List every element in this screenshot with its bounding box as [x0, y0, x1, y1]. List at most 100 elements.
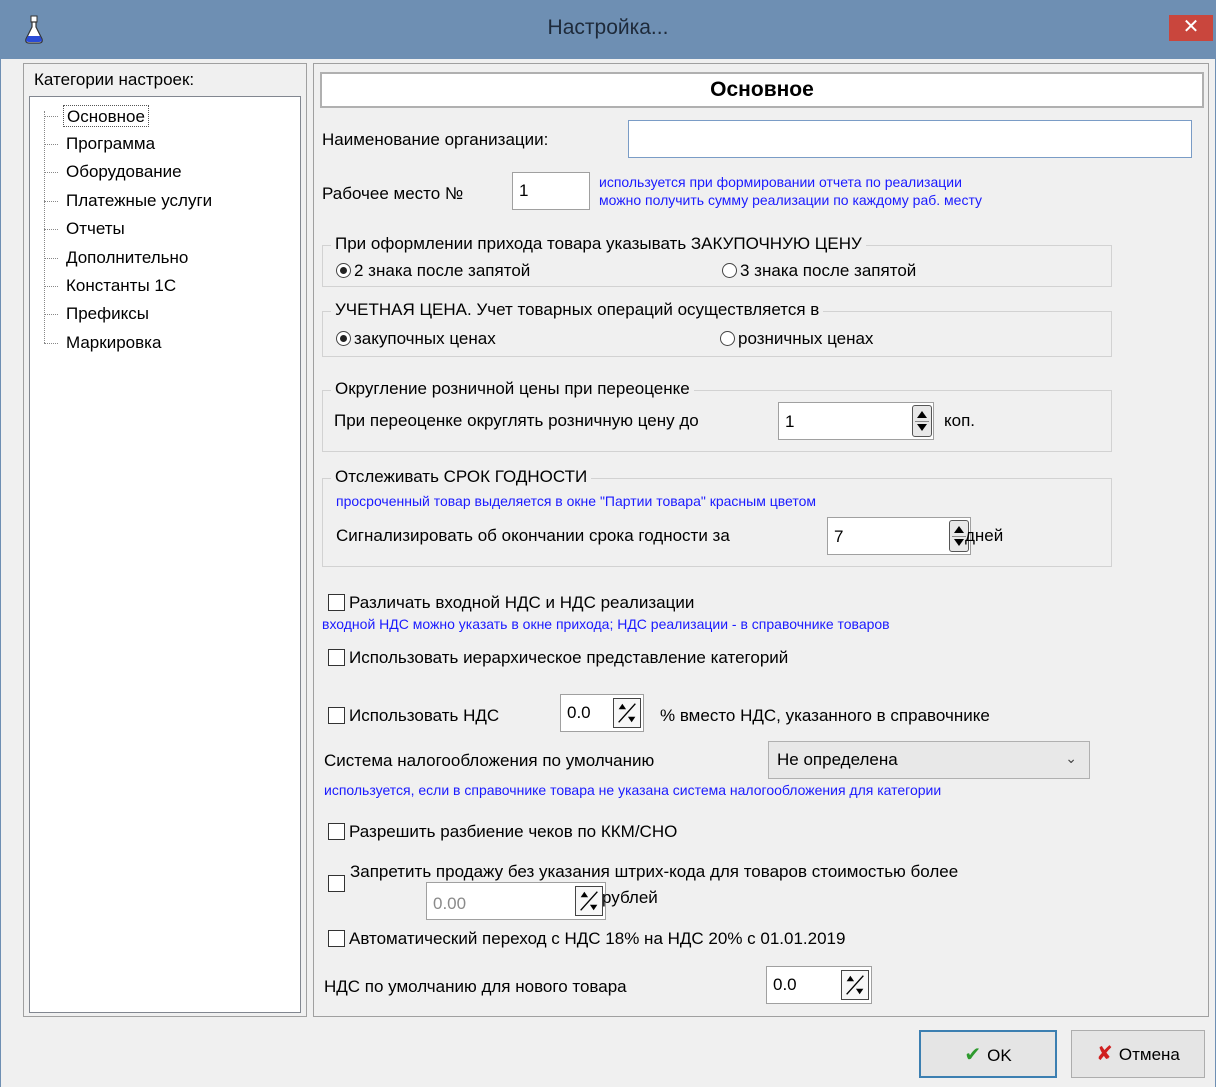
tree-item-reports[interactable]: Отчеты — [66, 218, 125, 240]
radio-indicator — [336, 263, 351, 278]
close-icon: ✕ — [1182, 16, 1200, 38]
barcode-ban-checkbox[interactable] — [328, 874, 349, 894]
workplace-input[interactable]: 1 — [512, 172, 590, 210]
expiry-legend: Отслеживать СРОК ГОДНОСТИ — [331, 467, 592, 487]
tree-connector — [44, 286, 58, 287]
split-receipts-checkbox[interactable]: Разрешить разбиение чеков по ККМ/СНО — [328, 822, 677, 842]
barcode-ban-spinner[interactable]: 0.00 — [426, 882, 606, 920]
settings-window: Настройка... ✕ Категории настроек: Основ… — [0, 0, 1216, 1087]
spin-diagonal-icon[interactable] — [841, 970, 869, 1000]
tree-item-osnovnoe[interactable]: Основное — [63, 105, 149, 127]
tree-item-prefixes[interactable]: Префиксы — [66, 303, 149, 325]
tree-connector — [44, 343, 58, 344]
org-name-label: Наименование организации: — [322, 130, 549, 149]
barcode-ban-unit: рублей — [602, 888, 658, 907]
rounding-spinner[interactable]: 1 — [778, 402, 934, 440]
expiry-days-spinner[interactable]: 7 — [827, 517, 971, 555]
use-vat-spinner[interactable]: 0.0 — [560, 694, 644, 732]
radio-purchase-prices[interactable]: закупочных ценах — [336, 329, 496, 349]
checkbox-box — [328, 594, 345, 611]
spin-diagonal-icon[interactable] — [613, 698, 641, 728]
rounding-legend: Округление розничной цены при переоценке — [331, 379, 694, 399]
rounding-value: 1 — [785, 412, 795, 431]
tree-connector — [44, 111, 45, 343]
cancel-button-label: Отмена — [1118, 1045, 1180, 1064]
tax-system-hint: используется, если в справочнике товара … — [324, 782, 942, 798]
radio-2-decimals-label: 2 знака после запятой — [354, 261, 531, 280]
workplace-label: Рабочее место № — [322, 184, 464, 203]
tree-connector — [44, 258, 58, 259]
close-button[interactable]: ✕ — [1169, 15, 1213, 41]
tree-connector — [44, 116, 58, 117]
checkbox-box — [328, 823, 345, 840]
expiry-unit: дней — [965, 526, 1004, 545]
tree-connector — [44, 314, 58, 315]
window-title: Настройка... — [547, 16, 669, 39]
radio-retail-prices[interactable]: розничных ценах — [720, 329, 873, 349]
cancel-button[interactable]: ✘ Отмена — [1071, 1030, 1205, 1078]
radio-indicator — [722, 263, 737, 278]
workplace-hint-2: можно получить сумму реализации по каждо… — [599, 192, 983, 208]
tree-item-additional[interactable]: Дополнительно — [66, 247, 188, 269]
checkbox-box — [328, 930, 345, 947]
dialog-button-bar: ✔ OK ✘ Отмена — [1, 1023, 1215, 1087]
tree-connector — [44, 201, 58, 202]
checkbox-box — [328, 875, 345, 892]
tree-connector — [44, 172, 58, 173]
radio-indicator — [336, 331, 351, 346]
cross-icon: ✘ — [1096, 1043, 1113, 1065]
vat-distinguish-hint: входной НДС можно указать в окне прихода… — [322, 616, 890, 632]
hierarchy-label: Использовать иерархическое представление… — [349, 648, 789, 667]
split-receipts-label: Разрешить разбиение чеков по ККМ/СНО — [349, 822, 678, 841]
tree-item-constants-1c[interactable]: Константы 1С — [66, 275, 176, 297]
radio-purchase-prices-label: закупочных ценах — [354, 329, 496, 348]
categories-tree[interactable]: Основное Программа Оборудование Платежны… — [29, 96, 301, 1013]
auto-vat-label: Автоматический переход с НДС 18% на НДС … — [349, 929, 846, 948]
auto-vat-checkbox[interactable]: Автоматический переход с НДС 18% на НДС … — [328, 929, 845, 949]
use-vat-checkbox[interactable]: Использовать НДС — [328, 706, 499, 726]
categories-panel: Категории настроек: Основное Программа О… — [23, 63, 307, 1017]
tree-connector — [44, 144, 58, 145]
spin-arrows-icon[interactable] — [912, 405, 932, 437]
title-bar[interactable]: Настройка... ✕ — [1, 1, 1215, 59]
vat-distinguish-checkbox[interactable]: Различать входной НДС и НДС реализации — [328, 593, 694, 613]
default-vat-spinner[interactable]: 0.0 — [766, 966, 872, 1004]
tax-system-label: Система налогообложения по умолчанию — [324, 751, 655, 770]
spin-diagonal-icon[interactable] — [575, 886, 603, 916]
org-name-input[interactable] — [628, 120, 1192, 158]
use-vat-value: 0.0 — [567, 703, 591, 722]
tree-item-oborudovanie[interactable]: Оборудование — [66, 161, 182, 183]
tree-item-marking[interactable]: Маркировка — [66, 332, 161, 354]
checkbox-box — [328, 649, 345, 666]
vat-distinguish-label: Различать входной НДС и НДС реализации — [349, 593, 695, 612]
section-header: Основное — [320, 72, 1204, 108]
tax-system-value: Не определена — [777, 750, 898, 769]
default-vat-label: НДС по умолчанию для нового товара — [324, 977, 627, 996]
expiry-days-value: 7 — [834, 527, 844, 546]
chevron-down-icon: ⌄ — [1065, 750, 1077, 766]
tree-item-payment-services[interactable]: Платежные услуги — [66, 190, 212, 212]
expiry-hint: просроченный товар выделяется в окне "Па… — [336, 493, 817, 509]
tree-connector — [44, 229, 58, 230]
radio-3-decimals[interactable]: 3 знака после запятой — [722, 261, 916, 281]
use-vat-suffix: % вместо НДС, указанного в справочнике — [660, 706, 990, 725]
rounding-unit: коп. — [944, 411, 976, 430]
hierarchy-checkbox[interactable]: Использовать иерархическое представление… — [328, 648, 788, 668]
tree-item-programma[interactable]: Программа — [66, 133, 155, 155]
ok-button-label: OK — [987, 1046, 1012, 1065]
expiry-group: Отслеживать СРОК ГОДНОСТИ — [322, 467, 1112, 567]
check-icon: ✔ — [964, 1044, 982, 1066]
radio-retail-prices-label: розничных ценах — [738, 329, 874, 348]
categories-caption: Категории настроек: — [34, 70, 195, 89]
radio-indicator — [720, 331, 735, 346]
settings-main-panel: Основное Наименование организации: Рабоч… — [313, 63, 1209, 1017]
barcode-ban-value: 0.00 — [433, 894, 467, 913]
workplace-hint-1: используется при формировании отчета по … — [599, 174, 962, 190]
checkbox-box — [328, 707, 345, 724]
rounding-label: При переоценке округлять розничную цену … — [334, 411, 699, 430]
radio-2-decimals[interactable]: 2 знака после запятой — [336, 261, 530, 281]
use-vat-label: Использовать НДС — [349, 706, 500, 725]
purchase-price-legend: При оформлении прихода товара указывать … — [331, 234, 866, 254]
ok-button[interactable]: ✔ OK — [919, 1030, 1057, 1078]
tax-system-select[interactable]: Не определена ⌄ — [768, 741, 1090, 779]
